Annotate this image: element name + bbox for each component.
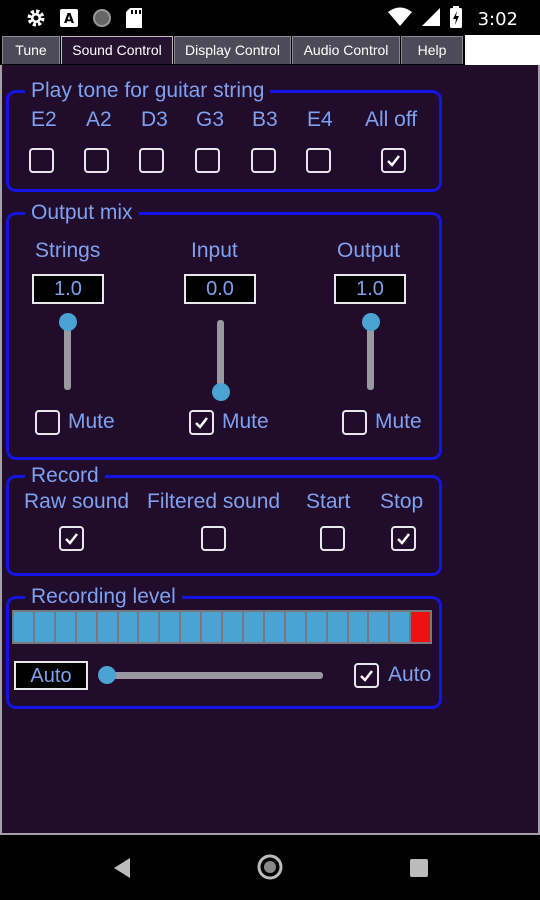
level-meter-segment [411,612,431,642]
strings-mute-checkbox[interactable] [35,410,60,435]
string-label-e4: E4 [307,108,333,131]
level-meter [12,610,432,644]
status-bar: A 3:02 [0,0,540,35]
tab-sound-control[interactable]: Sound Control [61,36,173,64]
string-checkbox-d3[interactable] [139,148,164,173]
level-slider-track[interactable] [105,672,323,679]
auto-level-box[interactable]: Auto [14,661,88,690]
string-checkbox-a2[interactable] [84,148,109,173]
string-label-a2: A2 [86,108,112,131]
navigation-bar [0,835,540,900]
input-mute-checkbox[interactable] [189,410,214,435]
checkmark-icon [397,533,410,545]
level-meter-segment [285,612,305,642]
auto-checkbox-label: Auto [388,663,432,686]
record-title: Record [25,463,105,489]
play-tone-title: Play tone for guitar string [25,78,271,104]
level-meter-segment [264,612,284,642]
level-meter-segment [223,612,242,642]
app-a-icon: A [60,9,78,32]
level-meter-segment [14,612,33,642]
auto-checkbox[interactable] [354,663,379,688]
strings-label: Strings [35,239,101,262]
level-meter-segment [118,612,138,642]
string-label-all-off: All off [365,108,418,131]
output-mute-label: Mute [375,410,422,433]
input-label: Input [191,239,238,262]
level-meter-segment [181,612,201,642]
play-tone-group: Play tone for guitar string [6,78,442,192]
string-checkbox-g3[interactable] [195,148,220,173]
battery-icon [449,6,462,33]
recording-level-title: Recording level [25,584,182,610]
filtered-sound-label: Filtered sound [147,490,281,513]
tab-display-control[interactable]: Display Control [174,36,291,64]
home-icon[interactable] [257,854,283,885]
checkmark-icon [360,670,373,682]
stop-checkbox[interactable] [391,526,416,551]
strings-value[interactable]: 1.0 [32,274,104,304]
level-meter-segment [139,612,159,642]
level-meter-segment [34,612,54,642]
tab-bar: Tune Sound Control Display Control Audio… [0,35,540,65]
signal-icon [421,8,440,31]
input-slider-thumb[interactable] [212,383,230,401]
input-slider-track[interactable] [217,320,224,390]
sd-card-icon [126,8,142,33]
raw-sound-label: Raw sound [24,490,130,513]
string-label-b3: B3 [252,108,278,131]
checkmark-icon [195,417,208,429]
tab-help[interactable]: Help [401,36,463,64]
output-mute-checkbox[interactable] [342,410,367,435]
level-meter-segment [327,612,347,642]
level-meter-segment [76,612,96,642]
back-icon[interactable] [112,857,132,884]
level-meter-segment [202,612,222,642]
tab-audio-control[interactable]: Audio Control [292,36,400,64]
gear-icon [26,8,46,33]
output-label: Output [337,239,401,262]
start-checkbox[interactable] [320,526,345,551]
string-checkbox-e4[interactable] [306,148,331,173]
strings-mute-label: Mute [68,410,115,433]
output-value[interactable]: 1.0 [334,274,406,304]
input-mute-label: Mute [222,410,269,433]
output-slider-thumb[interactable] [362,313,380,331]
svg-text:A: A [64,12,74,27]
level-meter-segment [243,612,263,642]
level-meter-segment [55,612,75,642]
level-meter-segment [97,612,117,642]
tab-bar-filler [465,35,540,65]
input-value[interactable]: 0.0 [184,274,256,304]
string-label-g3: G3 [196,108,225,131]
string-checkbox-e2[interactable] [29,148,54,173]
string-label-e2: E2 [31,108,57,131]
level-meter-segment [348,612,368,642]
checkmark-icon [65,533,78,545]
level-meter-segment [306,612,326,642]
string-checkbox-all-off[interactable] [381,148,406,173]
clock: 3:02 [477,9,518,30]
start-label: Start [306,490,351,513]
raw-sound-checkbox[interactable] [59,526,84,551]
output-mix-title: Output mix [25,200,139,226]
stop-label: Stop [380,490,424,513]
level-slider-thumb[interactable] [98,666,116,684]
recents-icon[interactable] [410,859,428,882]
string-label-d3: D3 [141,108,168,131]
level-meter-segment [160,612,180,642]
strings-slider-thumb[interactable] [59,313,77,331]
circle-icon [92,8,112,33]
level-meter-segment [369,612,389,642]
level-meter-segment [390,612,410,642]
tab-tune[interactable]: Tune [2,36,60,64]
string-checkbox-b3[interactable] [251,148,276,173]
checkmark-icon [387,155,400,167]
filtered-sound-checkbox[interactable] [201,526,226,551]
wifi-icon [387,7,412,32]
